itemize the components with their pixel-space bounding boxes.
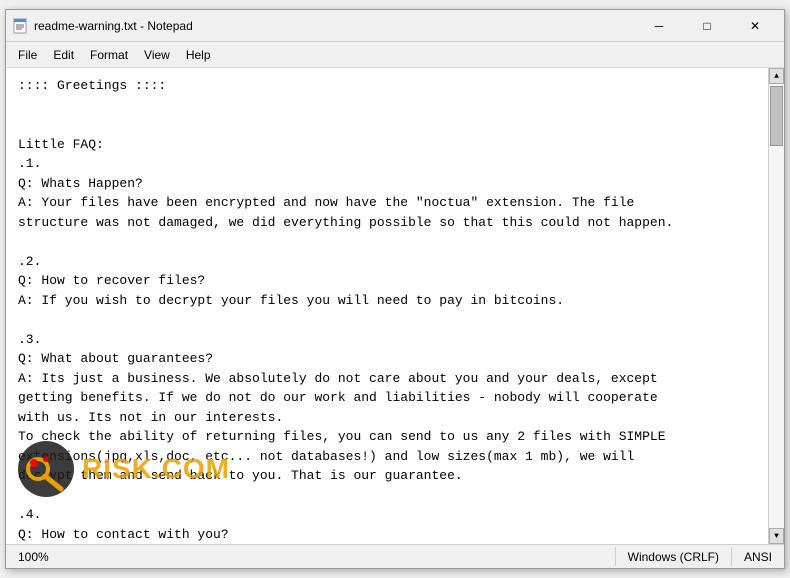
scroll-up-button[interactable]: ▲ <box>769 68 784 84</box>
menu-format[interactable]: Format <box>82 46 136 64</box>
menu-help[interactable]: Help <box>178 46 219 64</box>
menu-file[interactable]: File <box>10 46 45 64</box>
minimize-button[interactable]: ─ <box>636 14 682 38</box>
window-title: readme-warning.txt - Notepad <box>34 19 193 33</box>
menu-edit[interactable]: Edit <box>45 46 82 64</box>
vertical-scrollbar[interactable]: ▲ ▼ <box>768 68 784 544</box>
status-encoding: ANSI <box>731 547 784 566</box>
window-controls: ─ □ ✕ <box>636 14 778 38</box>
content-wrapper: :::: Greetings :::: Little FAQ: .1. Q: W… <box>6 68 784 544</box>
notepad-window: readme-warning.txt - Notepad ─ □ ✕ File … <box>5 9 785 569</box>
title-bar-left: readme-warning.txt - Notepad <box>12 18 193 34</box>
title-bar: readme-warning.txt - Notepad ─ □ ✕ <box>6 10 784 42</box>
scrollbar-thumb[interactable] <box>770 86 783 146</box>
status-bar: 100% Windows (CRLF) ANSI <box>6 544 784 568</box>
content-area: :::: Greetings :::: Little FAQ: .1. Q: W… <box>6 68 784 544</box>
notepad-icon <box>12 18 28 34</box>
scrollbar-track[interactable] <box>769 84 784 528</box>
menu-view[interactable]: View <box>136 46 178 64</box>
status-zoom: 100% <box>6 547 61 566</box>
close-button[interactable]: ✕ <box>732 14 778 38</box>
scroll-down-button[interactable]: ▼ <box>769 528 784 544</box>
menu-bar: File Edit Format View Help <box>6 42 784 68</box>
text-editor[interactable]: :::: Greetings :::: Little FAQ: .1. Q: W… <box>6 68 768 544</box>
maximize-button[interactable]: □ <box>684 14 730 38</box>
status-line-endings: Windows (CRLF) <box>615 547 731 566</box>
